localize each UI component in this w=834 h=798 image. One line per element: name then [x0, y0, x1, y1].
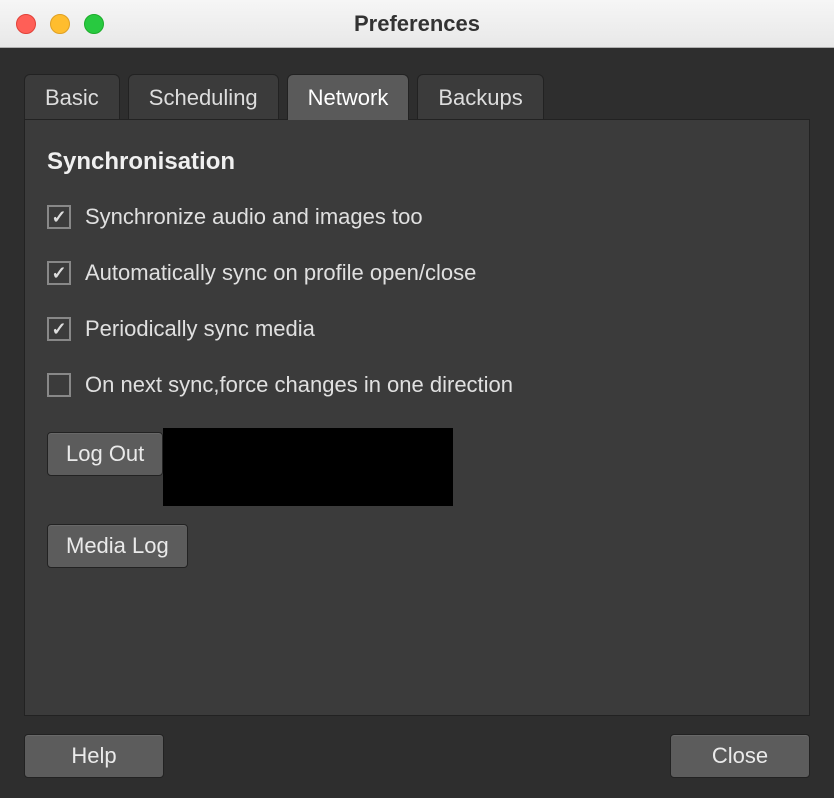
window-title: Preferences [354, 11, 480, 37]
checkbox-row-sync-media: Synchronize audio and images too [47, 204, 787, 230]
tab-backups[interactable]: Backups [417, 74, 543, 120]
window-maximize-button[interactable] [84, 14, 104, 34]
checkbox-periodic-sync[interactable] [47, 317, 71, 341]
media-log-button[interactable]: Media Log [47, 524, 188, 568]
tab-network[interactable]: Network [287, 74, 410, 120]
logout-row: Log Out [47, 428, 787, 506]
tab-panel-network: Synchronisation Synchronize audio and im… [24, 119, 810, 716]
checkbox-force-direction[interactable] [47, 373, 71, 397]
footer: Help Close [24, 716, 810, 778]
logout-button[interactable]: Log Out [47, 432, 163, 476]
titlebar: Preferences [0, 0, 834, 48]
checkbox-row-periodic-sync: Periodically sync media [47, 316, 787, 342]
tab-scheduling[interactable]: Scheduling [128, 74, 279, 120]
checkbox-row-auto-sync: Automatically sync on profile open/close [47, 260, 787, 286]
help-button[interactable]: Help [24, 734, 164, 778]
redacted-account-info [163, 428, 453, 506]
checkbox-label-sync-media: Synchronize audio and images too [85, 204, 423, 230]
checkbox-label-periodic-sync: Periodically sync media [85, 316, 315, 342]
window-close-button[interactable] [16, 14, 36, 34]
checkbox-sync-media[interactable] [47, 205, 71, 229]
window-body: Basic Scheduling Network Backups Synchro… [0, 48, 834, 798]
close-button[interactable]: Close [670, 734, 810, 778]
checkbox-auto-sync[interactable] [47, 261, 71, 285]
checkbox-label-force-direction: On next sync,force changes in one direct… [85, 372, 513, 398]
window-minimize-button[interactable] [50, 14, 70, 34]
section-title-sync: Synchronisation [47, 148, 787, 176]
media-log-row: Media Log [47, 524, 787, 568]
traffic-lights [16, 14, 104, 34]
checkbox-row-force-direction: On next sync,force changes in one direct… [47, 372, 787, 398]
checkbox-label-auto-sync: Automatically sync on profile open/close [85, 260, 476, 286]
tab-basic[interactable]: Basic [24, 74, 120, 120]
tabs-row: Basic Scheduling Network Backups [24, 74, 810, 120]
